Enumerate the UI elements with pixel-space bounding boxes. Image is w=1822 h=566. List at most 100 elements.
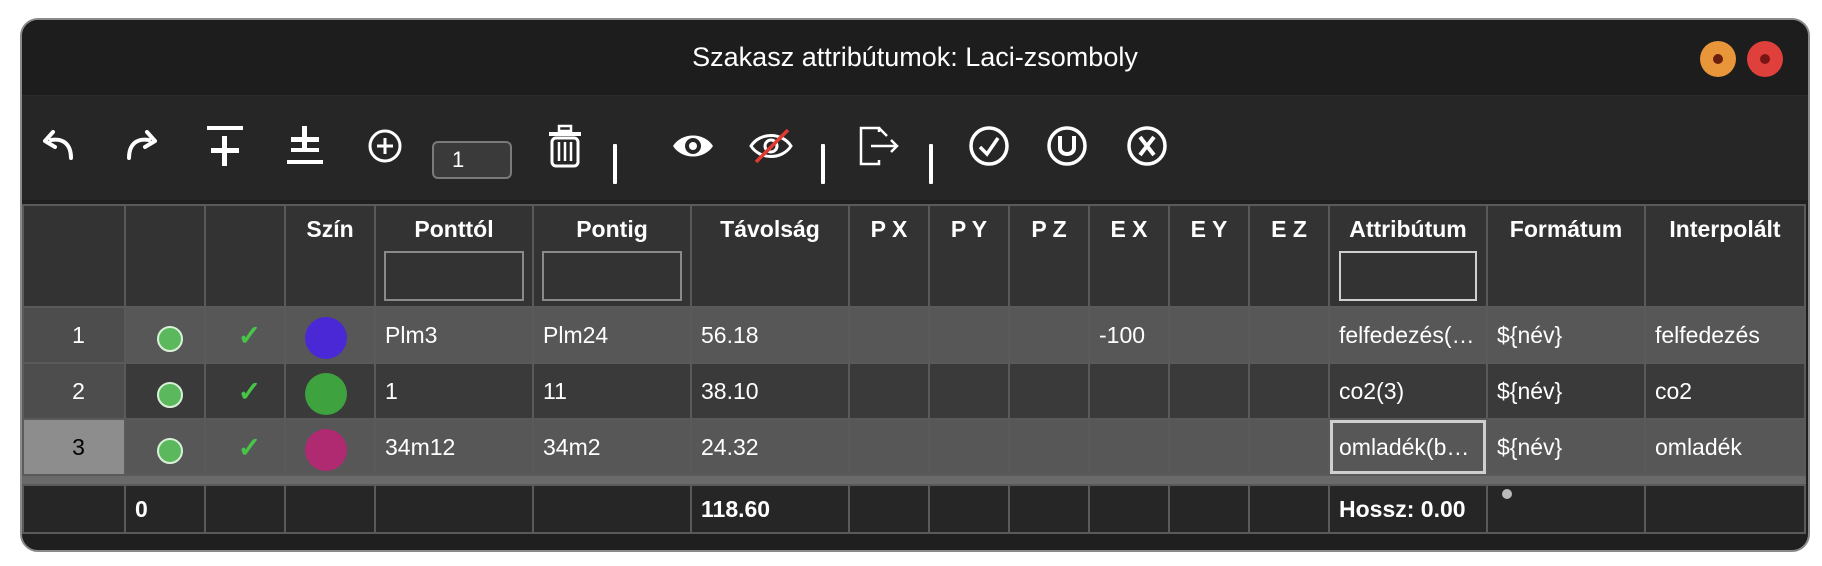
undo-icon [43, 130, 73, 160]
row-count-input[interactable] [432, 141, 512, 179]
px-cell[interactable] [848, 362, 930, 420]
attribute-cell[interactable]: felfedezés(… [1328, 306, 1488, 364]
hide-button[interactable] [746, 121, 796, 171]
header-attribute[interactable]: Attribútum [1328, 204, 1488, 308]
py-cell[interactable] [928, 306, 1010, 364]
header-status[interactable] [124, 204, 206, 308]
color-cell[interactable] [284, 306, 376, 364]
eye-icon [673, 135, 713, 157]
header-ez[interactable]: E Z [1248, 204, 1330, 308]
check-cell[interactable]: ✓ [204, 306, 286, 364]
toolbar-separator [613, 144, 617, 184]
attribute-cell[interactable]: co2(3) [1328, 362, 1488, 420]
attribute-cell[interactable]: omladék(b… [1328, 418, 1488, 476]
header-check[interactable] [204, 204, 286, 308]
py-cell[interactable] [928, 362, 1010, 420]
ex-cell[interactable] [1088, 362, 1170, 420]
distance-cell[interactable]: 24.32 [690, 418, 850, 476]
status-cell[interactable] [124, 418, 206, 476]
header-color[interactable]: Szín [284, 204, 376, 308]
checkmark-icon: ✓ [237, 431, 262, 463]
distance-cell[interactable]: 38.10 [690, 362, 850, 420]
from-cell[interactable]: Plm3 [374, 306, 534, 364]
delete-button[interactable] [542, 121, 588, 171]
minimize-button[interactable] [1700, 41, 1736, 77]
to-cell[interactable]: 34m2 [532, 418, 692, 476]
header-to[interactable]: Pontig [532, 204, 692, 308]
row-number[interactable]: 2 [22, 362, 126, 420]
ey-cell[interactable] [1168, 418, 1250, 476]
header-format[interactable]: Formátum [1486, 204, 1646, 308]
summary-empty [1168, 484, 1250, 534]
ey-cell[interactable] [1168, 362, 1250, 420]
header-from-label: Ponttól [414, 216, 494, 242]
color-cell[interactable] [284, 362, 376, 420]
row-number[interactable]: 1 [22, 306, 126, 364]
format-cell[interactable]: ${név} [1486, 306, 1646, 364]
summary-count: 0 [124, 484, 206, 534]
unset-button[interactable] [1044, 121, 1090, 171]
summary-empty [22, 484, 126, 534]
interpolated-cell[interactable]: co2 [1644, 362, 1806, 420]
distance-cell[interactable]: 56.18 [690, 306, 850, 364]
header-distance[interactable]: Távolság [690, 204, 850, 308]
status-ok-icon [156, 381, 183, 408]
header-py[interactable]: P Y [928, 204, 1010, 308]
status-cell[interactable] [124, 362, 206, 420]
check-cell[interactable]: ✓ [204, 418, 286, 476]
table-row[interactable]: 2 ✓ 1 11 38.10 co2(3) ${név} co2 [22, 362, 1806, 420]
ex-cell[interactable] [1088, 418, 1170, 476]
close-button[interactable] [1747, 41, 1783, 77]
ex-cell[interactable]: -100 [1088, 306, 1170, 364]
format-cell[interactable]: ${név} [1486, 362, 1646, 420]
from-cell[interactable]: 1 [374, 362, 534, 420]
check-cell[interactable]: ✓ [204, 362, 286, 420]
redo-button[interactable] [118, 121, 164, 171]
filter-to-input[interactable] [542, 251, 682, 301]
status-ok-icon [156, 325, 183, 352]
table-row[interactable]: 3 ✓ 34m12 34m2 24.32 omladék(b… ${név} o… [22, 418, 1806, 476]
pz-cell[interactable] [1008, 362, 1090, 420]
ey-cell[interactable] [1168, 306, 1250, 364]
pz-cell[interactable] [1008, 418, 1090, 476]
show-button[interactable] [668, 121, 718, 171]
header-interpolated[interactable]: Interpolált [1644, 204, 1806, 308]
filter-attribute-input[interactable] [1339, 251, 1477, 301]
px-cell[interactable] [848, 306, 930, 364]
header-px[interactable]: P X [848, 204, 930, 308]
check-button[interactable] [966, 121, 1012, 171]
header-pz[interactable]: P Z [1008, 204, 1090, 308]
insert-row-below-button[interactable] [282, 121, 328, 171]
pz-cell[interactable] [1008, 306, 1090, 364]
clear-button[interactable] [1124, 121, 1170, 171]
header-ex[interactable]: E X [1088, 204, 1170, 308]
insert-above-icon [207, 126, 243, 166]
table-row[interactable]: 1 ✓ Plm3 Plm24 56.18 -100 felfedezés(… $… [22, 306, 1806, 364]
color-cell[interactable] [284, 418, 376, 476]
filter-from-input[interactable] [384, 251, 524, 301]
ez-cell[interactable] [1248, 362, 1330, 420]
resize-handle[interactable] [1502, 489, 1512, 499]
to-cell[interactable]: Plm24 [532, 306, 692, 364]
undo-button[interactable] [36, 121, 82, 171]
checkmark-icon: ✓ [237, 375, 262, 407]
format-cell[interactable]: ${név} [1486, 418, 1646, 476]
insert-row-above-button[interactable] [202, 121, 248, 171]
export-button[interactable] [856, 121, 902, 171]
to-cell[interactable]: 11 [532, 362, 692, 420]
interpolated-cell[interactable]: omladék [1644, 418, 1806, 476]
ez-cell[interactable] [1248, 418, 1330, 476]
py-cell[interactable] [928, 418, 1010, 476]
insert-below-icon [287, 126, 323, 164]
trash-icon [549, 124, 581, 168]
row-number[interactable]: 3 [22, 418, 126, 476]
from-cell[interactable]: 34m12 [374, 418, 534, 476]
px-cell[interactable] [848, 418, 930, 476]
interpolated-cell[interactable]: felfedezés [1644, 306, 1806, 364]
status-cell[interactable] [124, 306, 206, 364]
header-to-label: Pontig [576, 216, 648, 242]
header-ey[interactable]: E Y [1168, 204, 1250, 308]
ez-cell[interactable] [1248, 306, 1330, 364]
add-rows-button[interactable] [362, 121, 408, 171]
header-from[interactable]: Ponttól [374, 204, 534, 308]
